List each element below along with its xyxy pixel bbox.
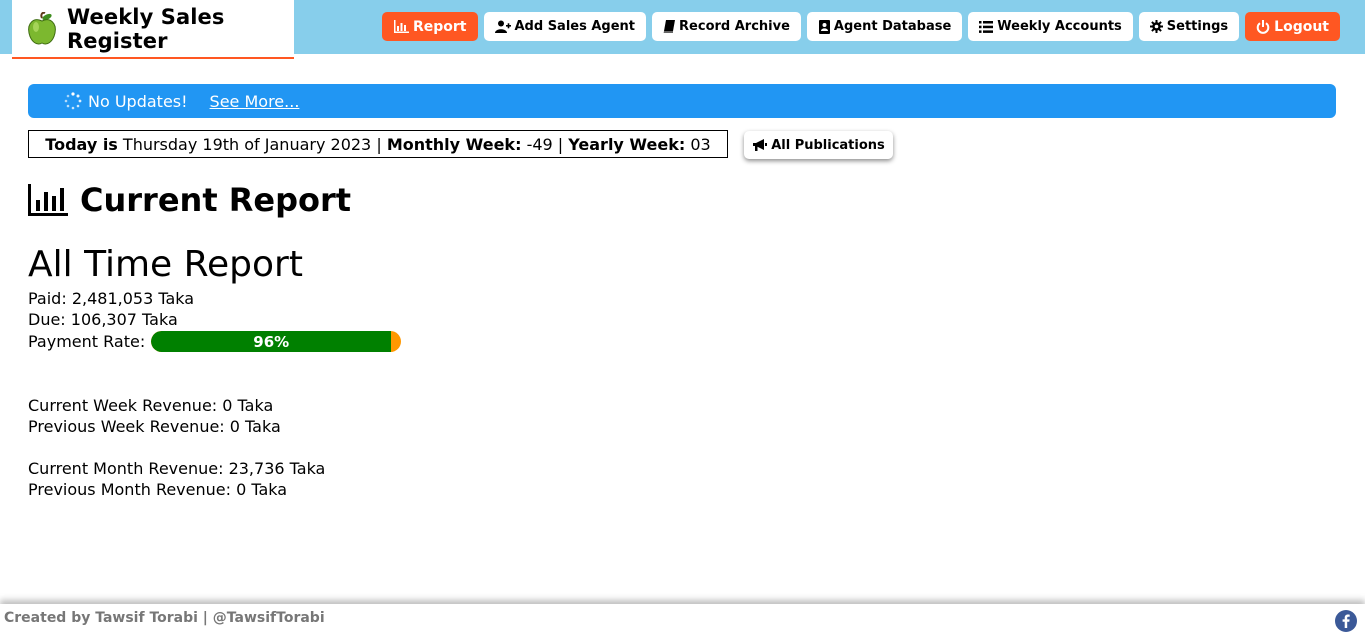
see-more-link[interactable]: See More... <box>210 92 300 111</box>
facebook-icon[interactable] <box>1335 610 1357 632</box>
brand[interactable]: Weekly Sales Register <box>12 0 294 59</box>
spinner-icon <box>64 92 82 110</box>
all-publications-button[interactable]: All Publications <box>744 131 893 159</box>
today-value: Thursday 19th of January 2023 <box>122 134 372 154</box>
payment-rate-text: 96% <box>253 332 290 351</box>
payment-rate-row: Payment Rate: 96% <box>28 331 402 352</box>
nav-report-button[interactable]: Report <box>381 12 478 41</box>
address-book-icon <box>818 19 830 34</box>
footer-credit: Created by Tawsif Torabi | @TawsifTorabi <box>4 610 325 626</box>
monthly-revenue-block: Current Month Revenue: 23,736 Taka Previ… <box>28 458 325 500</box>
payment-rate-bar: 96% <box>151 331 402 352</box>
monthly-week-label: Monthly Week: <box>386 134 522 154</box>
payment-rate-label: Payment Rate: <box>28 332 146 351</box>
add-user-icon <box>494 20 511 33</box>
bar-chart-icon <box>393 20 409 33</box>
gear-icon <box>1149 20 1163 33</box>
previous-week-revenue: Previous Week Revenue: 0 Taka <box>28 417 281 436</box>
previous-month-revenue: Previous Month Revenue: 0 Taka <box>28 480 288 499</box>
nav-weekly-accounts-button[interactable]: Weekly Accounts <box>968 12 1133 41</box>
bar-chart-icon <box>28 184 68 216</box>
book-icon <box>663 20 676 33</box>
power-icon <box>1256 19 1270 34</box>
yearly-week-label: Yearly Week: <box>568 134 686 154</box>
monthly-week-value: -49 <box>526 134 553 154</box>
due-text: Due: 106,307 Taka <box>28 310 178 329</box>
current-report-heading: Current Report <box>28 180 351 220</box>
apple-icon <box>26 11 58 46</box>
current-week-revenue: Current Week Revenue: 0 Taka <box>28 396 274 415</box>
top-bar: Weekly Sales Register Report Add Sales A… <box>0 0 1365 59</box>
nav-agent-database-button[interactable]: Agent Database <box>806 12 963 41</box>
nav-record-archive-button[interactable]: Record Archive <box>652 12 801 41</box>
nav-add-sales-agent-button[interactable]: Add Sales Agent <box>483 12 647 41</box>
weekly-revenue-block: Current Week Revenue: 0 Taka Previous We… <box>28 395 281 437</box>
yearly-week-value: 03 <box>690 134 711 154</box>
main-nav: Report Add Sales Agent Record Archive Ag… <box>381 12 1340 41</box>
nav-logout-button[interactable]: Logout <box>1245 12 1340 41</box>
payment-rate-fill: 96% <box>151 331 392 352</box>
separator: | <box>376 134 382 154</box>
footer: Created by Tawsif Torabi | @TawsifTorabi <box>0 604 1365 634</box>
megaphone-icon <box>753 139 768 151</box>
all-time-report-title: All Time Report <box>28 244 303 285</box>
paid-text: Paid: 2,481,053 Taka <box>28 289 195 308</box>
separator: | <box>557 134 564 154</box>
today-label: Today is <box>45 134 118 154</box>
nav-settings-button[interactable]: Settings <box>1138 12 1240 41</box>
update-banner: No Updates! See More... <box>28 84 1336 118</box>
date-info-box: Today is Thursday 19th of January 2023 |… <box>28 130 728 158</box>
list-icon <box>979 20 994 33</box>
app-title: Weekly Sales Register <box>67 4 225 53</box>
current-month-revenue: Current Month Revenue: 23,736 Taka <box>28 459 326 478</box>
totals-block: Paid: 2,481,053 Taka Due: 106,307 Taka <box>28 288 194 330</box>
banner-text: No Updates! <box>88 91 188 111</box>
